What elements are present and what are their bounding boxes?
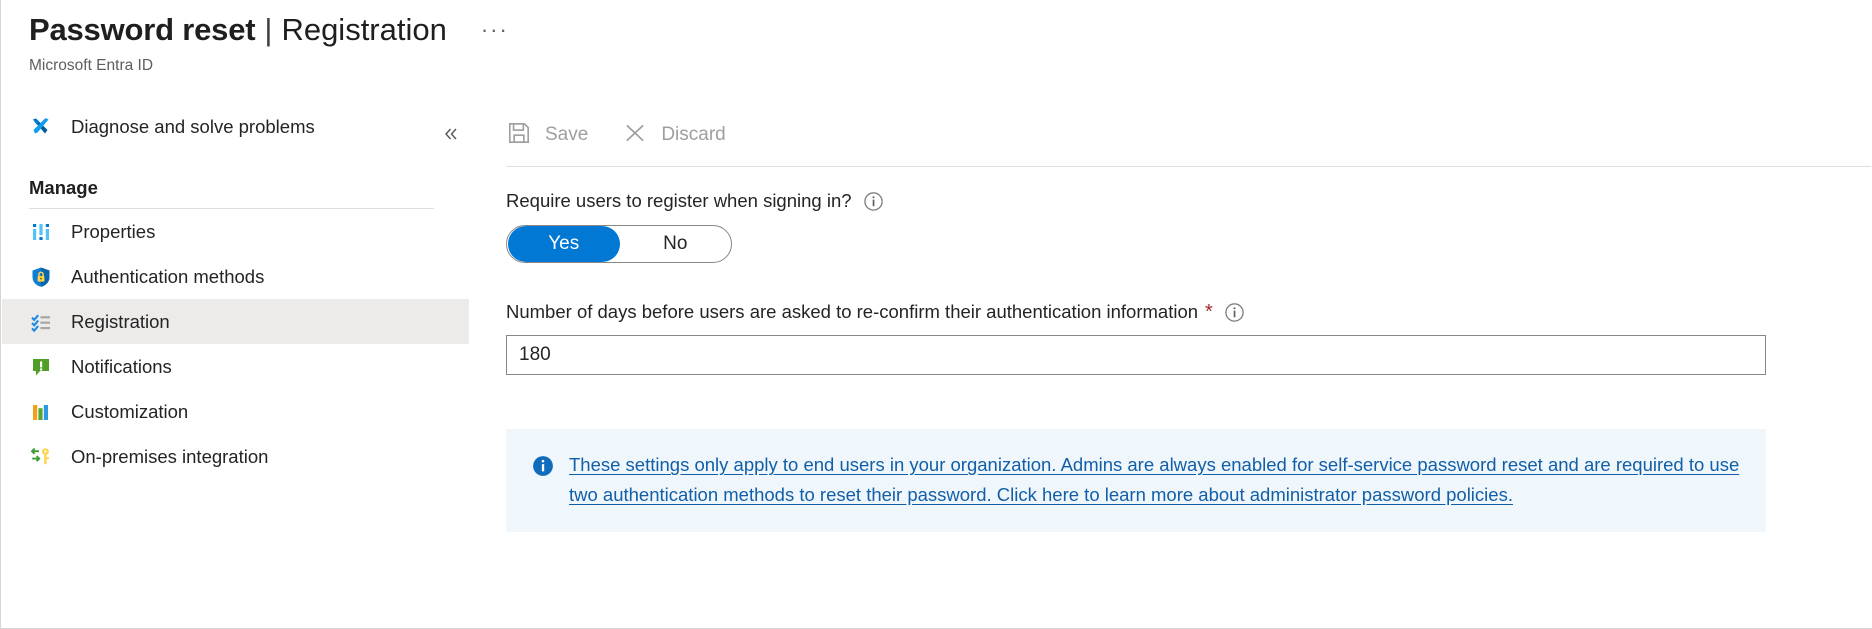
toggle-option-no[interactable]: No [620,226,732,262]
properties-bars-icon [29,220,53,244]
wrench-screwdriver-icon [29,115,53,139]
sidebar-item-authentication-methods[interactable]: Authentication methods [2,254,469,299]
info-filled-circle-icon [532,455,554,482]
close-x-icon [622,120,648,151]
require-register-label-row: Require users to register when signing i… [506,189,1871,213]
discard-button[interactable]: Discard [622,120,726,151]
reconfirm-days-input[interactable]: 180 [506,335,1766,375]
reconfirm-days-field: Number of days before users are asked to… [506,300,1871,375]
blade-header: Password reset | Registration ··· Micros… [29,0,1829,76]
reconfirm-days-label: Number of days before users are asked to… [506,301,1199,322]
sidebar-item-customization[interactable]: Customization [2,389,469,434]
require-register-field: Require users to register when signing i… [506,189,1871,263]
sidebar-item-diagnose-and-solve-problems[interactable]: Diagnose and solve problems [2,104,469,149]
require-register-label: Require users to register when signing i… [506,190,852,211]
sidebar-item-label: Customization [71,400,189,422]
page-title: Password reset | Registration ··· [29,0,1829,52]
toggle-option-yes[interactable]: Yes [508,226,620,262]
notification-alert-icon [29,355,53,379]
color-bars-icon [29,400,53,424]
command-toolbar: Save Discard [469,104,1871,166]
page-subtitle: Microsoft Entra ID [29,57,154,74]
sidebar-item-notifications[interactable]: Notifications [2,344,469,389]
save-button-label: Save [545,124,589,145]
discard-button-label: Discard [661,124,726,145]
checklist-icon [29,310,53,334]
info-banner: These settings only apply to end users i… [506,429,1766,532]
require-register-toggle[interactable]: Yes No [506,225,732,263]
save-button[interactable]: Save [506,120,588,151]
sync-key-icon [29,445,53,469]
shield-lock-icon [29,265,53,289]
info-banner-link[interactable]: These settings only apply to end users i… [569,450,1742,510]
required-asterisk: * [1205,301,1213,323]
settings-form: Require users to register when signing i… [469,167,1871,532]
page-title-primary: Password reset [29,12,256,47]
page-title-separator: | [264,12,273,47]
more-options-button[interactable]: ··· [481,19,509,41]
sidebar-item-properties[interactable]: Properties [2,209,469,254]
sidebar-item-label: Authentication methods [71,265,265,287]
sidebar-item-label: On-premises integration [71,445,269,467]
sidebar-item-label: Properties [71,220,156,242]
sidebar-item-label: Notifications [71,355,172,377]
blade-content: Save Discard Require users to register w… [469,104,1871,628]
info-circle-icon[interactable] [863,191,884,212]
save-floppy-icon [506,120,532,151]
info-circle-icon[interactable] [1224,302,1245,323]
page-title-secondary: Registration [281,12,447,47]
sidebar-section-header-manage: Manage [29,177,98,198]
sidebar-item-label: Diagnose and solve problems [71,115,315,137]
blade-sidebar: Diagnose and solve problems Manage Prope… [2,104,469,628]
reconfirm-days-label-row: Number of days before users are asked to… [506,300,1871,324]
sidebar-item-on-premises-integration[interactable]: On-premises integration [2,434,469,479]
portal-blade: Password reset | Registration ··· Micros… [0,0,1872,629]
sidebar-item-label: Registration [71,310,170,332]
sidebar-item-registration[interactable]: Registration [2,299,469,344]
